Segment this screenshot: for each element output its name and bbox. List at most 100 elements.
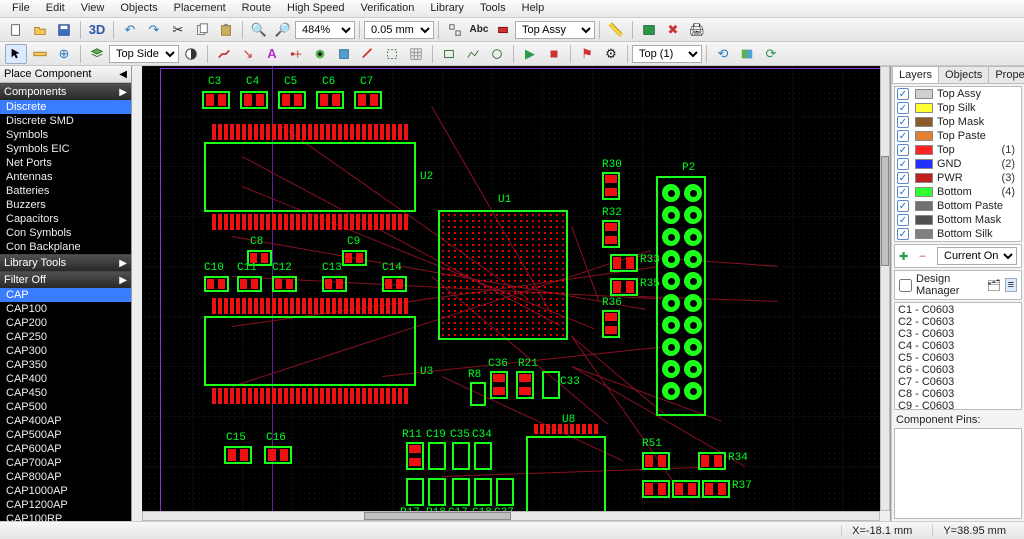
footprint-item[interactable]: CAP300 [0, 344, 131, 358]
layers-icon[interactable] [86, 44, 108, 64]
layer-visible-checkbox[interactable]: ✓ [897, 158, 909, 170]
via-icon[interactable] [309, 44, 331, 64]
component-item[interactable]: C4 - C0603 [898, 340, 1018, 352]
menu-verification[interactable]: Verification [353, 0, 423, 17]
circle-icon[interactable] [486, 44, 508, 64]
category-item[interactable]: Capacitors [0, 212, 131, 226]
renumber-icon[interactable] [444, 20, 466, 40]
remove-layer-icon[interactable]: – [920, 250, 926, 262]
layer-row[interactable]: ✓PWR(3) [895, 171, 1021, 185]
menu-tools[interactable]: Tools [472, 0, 514, 17]
footprint-item[interactable]: CAP350 [0, 358, 131, 372]
component-item[interactable]: C8 - C0603 [898, 388, 1018, 400]
component-item[interactable]: C7 - C0603 [898, 376, 1018, 388]
pointer-icon[interactable] [5, 44, 27, 64]
stop-icon[interactable] [543, 44, 565, 64]
delete-icon[interactable]: ✖ [662, 20, 684, 40]
footprint-item[interactable]: CAP250 [0, 330, 131, 344]
side-select[interactable]: Top Side [109, 45, 179, 63]
footprint-item[interactable]: CAP500AP [0, 428, 131, 442]
dm-list-icon[interactable]: ≡ [1005, 278, 1017, 292]
footprint-cap[interactable]: CAP [0, 288, 131, 302]
copy-icon[interactable] [191, 20, 213, 40]
layer-row[interactable]: ✓Top Assy [895, 87, 1021, 101]
pcb-canvas[interactable]: C3 C4 C5 C6 C7 U2 C8 C9 C10 [142, 66, 880, 511]
footprint-item[interactable]: CAP200 [0, 316, 131, 330]
category-item[interactable]: Symbols [0, 128, 131, 142]
category-item[interactable]: Discrete SMD [0, 114, 131, 128]
flag-icon[interactable]: ⚑ [576, 44, 598, 64]
category-item[interactable]: Con Backplane [0, 240, 131, 254]
threeD-button[interactable]: 3D [86, 20, 108, 40]
layer-row[interactable]: ✓GND(2) [895, 157, 1021, 171]
footprint-item[interactable]: CAP500 [0, 400, 131, 414]
unroute-icon[interactable]: ⟲ [712, 44, 734, 64]
print-icon[interactable]: 🖨 [686, 20, 708, 40]
component-item[interactable]: C9 - C0603 [898, 400, 1018, 410]
tab-layers[interactable]: Layers [892, 66, 939, 83]
manual-route-icon[interactable]: ↘ [237, 44, 259, 64]
category-discrete[interactable]: Discrete [0, 100, 131, 114]
open-file-icon[interactable] [29, 20, 51, 40]
footprint-item[interactable]: CAP400AP [0, 414, 131, 428]
tab-objects[interactable]: Objects [938, 66, 989, 83]
dm-checkbox[interactable] [899, 279, 912, 292]
section-filter-off[interactable]: Filter Off▶ [0, 271, 131, 288]
undo-icon[interactable]: ↶ [119, 20, 141, 40]
footprint-item[interactable]: CAP100 [0, 302, 131, 316]
footprint-item[interactable]: CAP450 [0, 386, 131, 400]
contrast-icon[interactable] [180, 44, 202, 64]
track-icon[interactable] [357, 44, 379, 64]
layer-visible-checkbox[interactable]: ✓ [897, 130, 909, 142]
run-icon[interactable]: ▶ [519, 44, 541, 64]
cut-icon[interactable]: ✂ [167, 20, 189, 40]
category-item[interactable]: Antennas [0, 170, 131, 184]
assy-layer-select[interactable]: Top Assy [515, 21, 595, 39]
menu-view[interactable]: View [73, 0, 113, 17]
menu-library[interactable]: Library [422, 0, 472, 17]
footprint-item[interactable]: CAP400 [0, 372, 131, 386]
autoroute-icon[interactable]: A [261, 44, 283, 64]
zoom-in-icon[interactable]: 🔎 [272, 20, 294, 40]
layer-filter-select[interactable]: Current Only [937, 247, 1017, 265]
section-components[interactable]: Components▶ [0, 83, 131, 100]
layer-visible-checkbox[interactable]: ✓ [897, 144, 909, 156]
layer-row[interactable]: ✓Bottom Paste [895, 199, 1021, 213]
category-item[interactable]: Net Ports [0, 156, 131, 170]
measure-icon[interactable]: 📏 [605, 20, 627, 40]
category-item[interactable]: Buzzers [0, 198, 131, 212]
footprint-item[interactable]: CAP100RP [0, 512, 131, 521]
layer-row[interactable]: ✓Bottom(4) [895, 185, 1021, 199]
settings-icon[interactable]: ⚙ [600, 44, 622, 64]
redo-icon[interactable]: ↷ [143, 20, 165, 40]
layer-row[interactable]: ✓Top Mask [895, 115, 1021, 129]
layer-row[interactable]: ✓Bottom Mask [895, 213, 1021, 227]
component-icon[interactable] [492, 20, 514, 40]
ruler-icon[interactable] [29, 44, 51, 64]
collapse-left-icon[interactable]: ◀ [119, 69, 127, 80]
dm-tree-icon[interactable]: 🗂 [987, 279, 1001, 292]
h-scrollbar[interactable] [142, 511, 880, 521]
layer-visible-checkbox[interactable]: ✓ [897, 116, 909, 128]
component-item[interactable]: C3 - C0603 [898, 328, 1018, 340]
category-item[interactable]: Symbols EIC [0, 142, 131, 156]
menu-placement[interactable]: Placement [166, 0, 234, 17]
refresh-icon[interactable]: ⟳ [760, 44, 782, 64]
footprint-item[interactable]: CAP1200AP [0, 498, 131, 512]
keepout-icon[interactable] [381, 44, 403, 64]
menu-edit[interactable]: Edit [38, 0, 73, 17]
layer-row[interactable]: ✓Top(1) [895, 143, 1021, 157]
v-scrollbar[interactable] [880, 66, 890, 511]
menu-route[interactable]: Route [234, 0, 279, 17]
rect-icon[interactable] [438, 44, 460, 64]
new-file-icon[interactable] [5, 20, 27, 40]
origin-icon[interactable]: ⊕ [53, 44, 75, 64]
component-item[interactable]: C1 - C0603 [898, 304, 1018, 316]
menu-high-speed[interactable]: High Speed [279, 0, 353, 17]
fanout-icon[interactable] [285, 44, 307, 64]
add-layer-icon[interactable]: ✚ [899, 250, 908, 263]
zoom-out-icon[interactable]: 🔍 [248, 20, 270, 40]
category-item[interactable]: Batteries [0, 184, 131, 198]
menu-file[interactable]: File [4, 0, 38, 17]
layer-visible-checkbox[interactable]: ✓ [897, 214, 909, 226]
